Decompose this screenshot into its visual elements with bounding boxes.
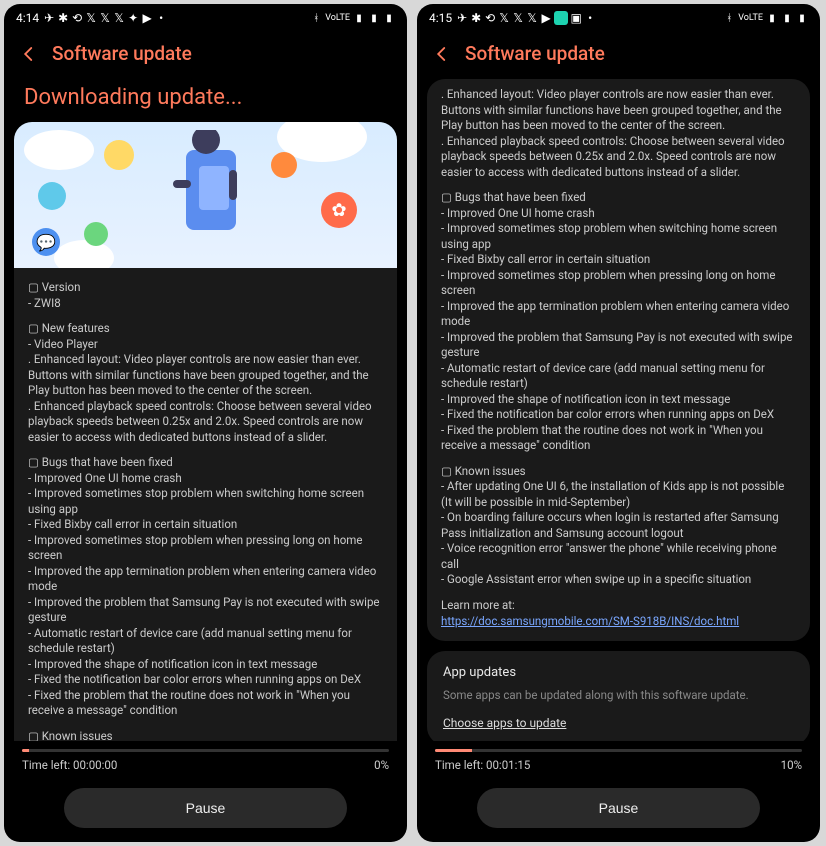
header: Software update xyxy=(4,32,407,79)
pause-button[interactable]: Pause xyxy=(64,788,347,828)
x-icon: 𝕏 xyxy=(526,12,538,24)
status-system-icons: ᚼ VoLTE ▮ ▮ ▮ xyxy=(310,12,395,24)
character-illustration xyxy=(151,130,261,260)
progress-fill xyxy=(22,749,29,752)
dot-icon: • xyxy=(584,12,596,24)
signal-icon: ▮ xyxy=(781,12,793,24)
app-updates-sub: Some apps can be updated along with this… xyxy=(443,688,794,702)
progress-percent: 0% xyxy=(374,758,389,772)
time-left-label: Time left: 00:01:15 xyxy=(435,758,530,772)
release-notes-card: ✿ 💬 ▢ Version - ZWI8 ▢ New features - Vi… xyxy=(14,122,397,741)
telegram-icon: ✈ xyxy=(43,12,55,24)
downloading-title: Downloading update... xyxy=(4,79,407,122)
pause-button[interactable]: Pause xyxy=(477,788,760,828)
app-icon xyxy=(554,11,568,25)
x-icon: 𝕏 xyxy=(113,12,125,24)
back-icon[interactable] xyxy=(433,45,451,63)
app-updates-title: App updates xyxy=(443,665,794,680)
status-bar: 4:15 ✈ ✱ ⟲ 𝕏 𝕏 𝕏 ▶ ▣ • ᚼ VoLTE ▮ ▮ ▮ xyxy=(417,4,820,32)
back-icon[interactable] xyxy=(20,45,38,63)
page-title: Software update xyxy=(465,42,605,65)
puzzle-icon: ✱ xyxy=(57,12,69,24)
status-time: 4:15 xyxy=(429,11,452,25)
status-notification-icons: ✈ ✱ ⟲ 𝕏 𝕏 𝕏 ▶ ▣ • xyxy=(456,11,596,25)
status-notification-icons: ✈ ✱ ⟲ 𝕏 𝕏 𝕏 ✦ ▶ • xyxy=(43,12,167,24)
sync-icon: ⟲ xyxy=(484,12,496,24)
battery-icon: ▮ xyxy=(796,12,808,24)
play-icon: ▶ xyxy=(540,12,552,24)
time-left-label: Time left: 00:00:00 xyxy=(22,758,117,772)
release-notes-card: . Enhanced layout: Video player controls… xyxy=(427,79,810,641)
x-icon: 𝕏 xyxy=(99,12,111,24)
dot-icon: • xyxy=(155,12,167,24)
signal-icon: ▮ xyxy=(353,12,365,24)
header: Software update xyxy=(417,32,820,79)
progress-area: Time left: 00:00:00 0% xyxy=(4,741,407,782)
choose-apps-link[interactable]: Choose apps to update xyxy=(443,716,566,730)
volte-icon: VoLTE xyxy=(325,13,350,23)
progress-percent: 10% xyxy=(781,758,802,772)
volte-icon: VoLTE xyxy=(738,13,763,23)
play-icon: ▶ xyxy=(141,12,153,24)
x-icon: 𝕏 xyxy=(512,12,524,24)
sync-icon: ⟲ xyxy=(71,12,83,24)
star-icon: ✦ xyxy=(127,12,139,24)
progress-bar xyxy=(435,749,802,752)
progress-fill xyxy=(435,749,472,752)
x-icon: 𝕏 xyxy=(85,12,97,24)
progress-bar xyxy=(22,749,389,752)
learn-more-link[interactable]: https://doc.samsungmobile.com/SM-S918B/I… xyxy=(441,614,739,628)
image-icon: ▣ xyxy=(570,12,582,24)
puzzle-icon: ✱ xyxy=(470,12,482,24)
battery-icon: ▮ xyxy=(383,12,395,24)
status-system-icons: ᚼ VoLTE ▮ ▮ ▮ xyxy=(723,12,808,24)
page-title: Software update xyxy=(52,42,192,65)
release-notes-text: . Enhanced layout: Video player controls… xyxy=(427,87,810,629)
status-time: 4:14 xyxy=(16,11,39,25)
release-notes-text: ▢ Version - ZWI8 ▢ New features - Video … xyxy=(14,268,397,741)
signal-icon: ▮ xyxy=(766,12,778,24)
update-illustration: ✿ 💬 xyxy=(14,122,397,268)
app-updates-card: App updates Some apps can be updated alo… xyxy=(427,651,810,741)
x-icon: 𝕏 xyxy=(498,12,510,24)
bluetooth-icon: ᚼ xyxy=(310,12,322,24)
right-screen: 4:15 ✈ ✱ ⟲ 𝕏 𝕏 𝕏 ▶ ▣ • ᚼ VoLTE ▮ ▮ ▮ xyxy=(417,4,820,842)
telegram-icon: ✈ xyxy=(456,12,468,24)
content-scroll[interactable]: ✿ 💬 ▢ Version - ZWI8 ▢ New features - Vi… xyxy=(4,122,407,741)
progress-area: Time left: 00:01:15 10% xyxy=(417,741,820,782)
bluetooth-icon: ᚼ xyxy=(723,12,735,24)
signal-icon: ▮ xyxy=(368,12,380,24)
content-scroll[interactable]: . Enhanced layout: Video player controls… xyxy=(417,79,820,741)
status-bar: 4:14 ✈ ✱ ⟲ 𝕏 𝕏 𝕏 ✦ ▶ • ᚼ VoLTE ▮ ▮ ▮ xyxy=(4,4,407,32)
left-screen: 4:14 ✈ ✱ ⟲ 𝕏 𝕏 𝕏 ✦ ▶ • ᚼ VoLTE ▮ ▮ ▮ S xyxy=(4,4,407,842)
